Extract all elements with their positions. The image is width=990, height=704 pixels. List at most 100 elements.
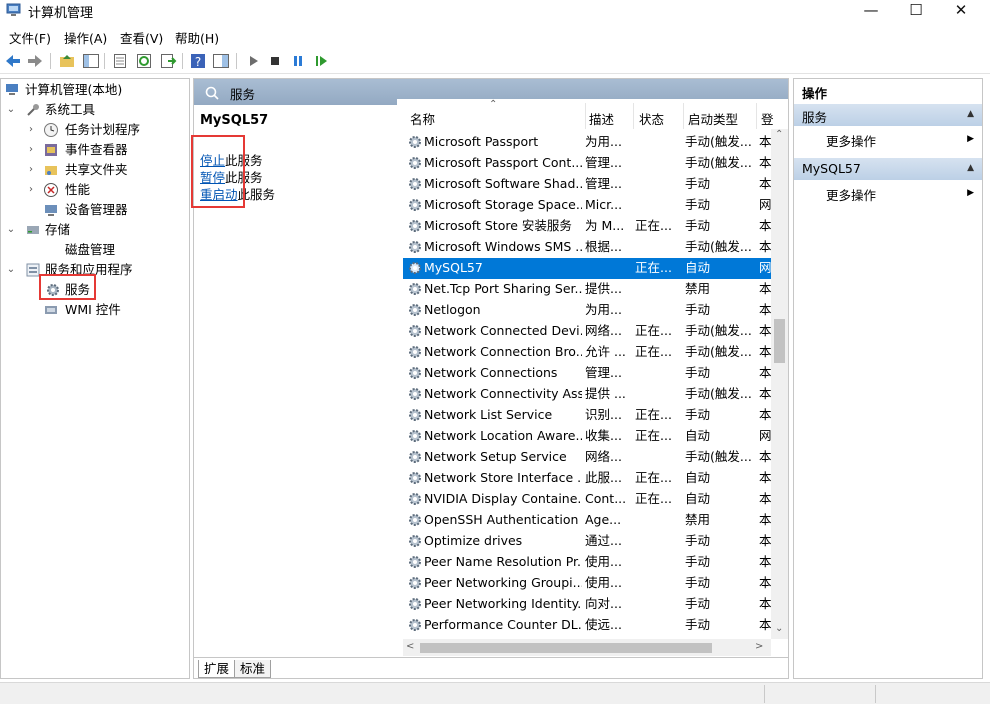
tree-storage-label: 存储 [45, 222, 71, 237]
console-icon[interactable] [212, 52, 230, 70]
service-name: Microsoft Passport Cont... [424, 155, 582, 170]
help-icon[interactable]: ? [189, 52, 207, 70]
table-row[interactable]: Network Setup Service 网络... 手动(触发... 本 [403, 447, 771, 468]
table-row[interactable]: Microsoft Storage Space... Micr... 手动 网 [403, 195, 771, 216]
submenu-arrow-icon[interactable]: ▶ [967, 188, 974, 198]
service-description: 管理... [585, 365, 622, 380]
gear-icon [407, 533, 423, 549]
stop-icon[interactable] [266, 52, 284, 70]
computer-management-window: 计算机管理 — ☐ ✕ 文件(F) 操作(A) 查看(V) 帮助(H) ? 计算 [0, 0, 990, 704]
chevron-down-icon[interactable]: ⌄ [5, 260, 17, 280]
service-description: Micr... [585, 197, 623, 212]
menu-file[interactable]: 文件(F) [9, 28, 51, 47]
chevron-down-icon[interactable]: ⌄ [5, 100, 17, 120]
pause-icon[interactable] [289, 52, 307, 70]
table-row[interactable]: OpenSSH Authentication ... Age... 禁用 本 [403, 510, 771, 531]
service-startup-type: 手动 [685, 197, 711, 212]
col-startup-header[interactable]: 启动类型 [688, 109, 738, 128]
table-row[interactable]: Microsoft Store 安装服务为 M... 正在... 手动 本 [403, 216, 771, 237]
export-icon[interactable] [159, 52, 177, 70]
properties-icon[interactable] [111, 52, 129, 70]
title-bar: 计算机管理 — ☐ ✕ [0, 0, 990, 22]
service-name: Microsoft Storage Space... [424, 197, 582, 212]
service-startup-type: 自动 [685, 491, 711, 506]
table-row[interactable]: Network Store Interface ... 此服... 正在... 自动 本 [403, 468, 771, 489]
table-row[interactable]: NVIDIA Display Containe... Cont... 正在... 自动… [403, 489, 771, 510]
column-divider[interactable] [585, 103, 586, 129]
chevron-right-icon[interactable]: › [25, 160, 37, 180]
more-actions-mysql[interactable]: 更多操作 [826, 185, 876, 204]
scroll-left-arrow-icon[interactable]: < [406, 641, 414, 652]
gear-icon [407, 386, 423, 402]
scroll-up-arrow-icon[interactable]: ⌃ [775, 129, 783, 140]
table-row[interactable]: Peer Name Resolution Pr... 使用... 手动 本 [403, 552, 771, 573]
table-row[interactable]: Net.Tcp Port Sharing Ser... 提供... 禁用 本 [403, 279, 771, 300]
chevron-right-icon[interactable]: › [25, 180, 37, 200]
service-startup-type: 自动 [685, 428, 711, 443]
forward-icon[interactable] [26, 52, 44, 70]
up-folder-icon[interactable] [58, 52, 76, 70]
chevron-right-icon[interactable]: › [25, 140, 37, 160]
col-name-header[interactable]: 名称 [410, 109, 435, 128]
table-row[interactable]: Network List Service 识别... 正在... 手动 本 [403, 405, 771, 426]
horizontal-scroll-thumb[interactable] [420, 643, 712, 653]
col-status-header[interactable]: 状态 [639, 109, 664, 128]
column-divider[interactable] [633, 103, 634, 129]
gear-icon [407, 197, 423, 213]
table-row[interactable]: Microsoft Windows SMS ... 根据... 手动(触发... 本 [403, 237, 771, 258]
table-row[interactable]: Microsoft Software Shad... 管理... 手动 本 [403, 174, 771, 195]
collapse-icon[interactable]: ▲ [967, 163, 974, 173]
play-icon[interactable] [245, 52, 263, 70]
more-actions-services[interactable]: 更多操作 [826, 131, 876, 150]
toolbar-separator [236, 53, 237, 69]
submenu-arrow-icon[interactable]: ▶ [967, 134, 974, 144]
maximize-button[interactable]: ☐ [893, 0, 939, 22]
table-row-selected[interactable]: MySQL57 正在... 自动 网 [403, 258, 771, 279]
table-row[interactable]: Microsoft Passport 为用... 手动(触发... 本 [403, 132, 771, 153]
refresh-icon[interactable] [135, 52, 153, 70]
resume-icon[interactable] [312, 52, 330, 70]
column-divider[interactable] [756, 103, 757, 129]
chevron-right-icon[interactable]: › [25, 120, 37, 140]
service-name: Microsoft Passport [424, 134, 539, 149]
table-row[interactable]: Network Connected Devi... 网络... 正在... 手动(触发… [403, 321, 771, 342]
toolbar: ? [0, 48, 990, 74]
horizontal-scrollbar[interactable]: < > [403, 639, 771, 656]
table-row[interactable]: Optimize drives 通过... 手动 本 [403, 531, 771, 552]
actions-section-mysql[interactable]: MySQL57 ▲ [794, 158, 982, 180]
table-row[interactable]: Network Connectivity Ass... 提供 ... 手动(触发..… [403, 384, 771, 405]
menu-view[interactable]: 查看(V) [120, 28, 163, 47]
service-logon: 本 [759, 407, 771, 422]
minimize-button[interactable]: — [848, 0, 894, 22]
scroll-down-arrow-icon[interactable]: ⌄ [775, 623, 783, 634]
tree-root-label: 计算机管理(本地) [25, 82, 123, 97]
service-startup-type: 手动 [685, 533, 711, 548]
table-row[interactable]: Network Location Aware... 收集... 正在... 自动 网 [403, 426, 771, 447]
close-button[interactable]: ✕ [938, 0, 984, 22]
table-row[interactable]: Microsoft Passport Cont... 管理... 手动(触发... 本 [403, 153, 771, 174]
back-icon[interactable] [4, 52, 22, 70]
table-row[interactable]: Network Connections 管理... 手动 本 [403, 363, 771, 384]
collapse-icon[interactable]: ▲ [967, 109, 974, 119]
actions-section-services[interactable]: 服务 ▲ [794, 104, 982, 126]
actions-section-services-label: 服务 [802, 110, 828, 125]
col-logon-header[interactable]: 登 [761, 109, 774, 128]
vertical-scrollbar[interactable]: ⌃ ⌄ [771, 129, 788, 639]
scroll-right-arrow-icon[interactable]: > [755, 641, 763, 652]
col-desc-header[interactable]: 描述 [589, 109, 614, 128]
table-row[interactable]: Netlogon 为用... 手动 本 [403, 300, 771, 321]
chevron-down-icon[interactable]: ⌄ [5, 220, 17, 240]
tab-standard[interactable]: 标准 [234, 660, 272, 678]
menu-help[interactable]: 帮助(H) [175, 28, 219, 47]
show-tree-icon[interactable] [82, 52, 100, 70]
vertical-scroll-thumb[interactable] [774, 319, 785, 363]
table-row[interactable]: Performance Counter DL... 使远... 手动 本 [403, 615, 771, 636]
table-row[interactable]: Peer Networking Groupi... 使用... 手动 本 [403, 573, 771, 594]
toolbar-separator [50, 53, 51, 69]
table-row[interactable]: Network Connection Bro... 允许 ... 正在... 手动(触… [403, 342, 771, 363]
service-name: Optimize drives [424, 533, 523, 548]
table-row[interactable]: Peer Networking Identity... 向对... 手动 本 [403, 594, 771, 615]
menu-action[interactable]: 操作(A) [64, 28, 107, 47]
tab-extended[interactable]: 扩展 [198, 660, 236, 678]
column-divider[interactable] [683, 103, 684, 129]
